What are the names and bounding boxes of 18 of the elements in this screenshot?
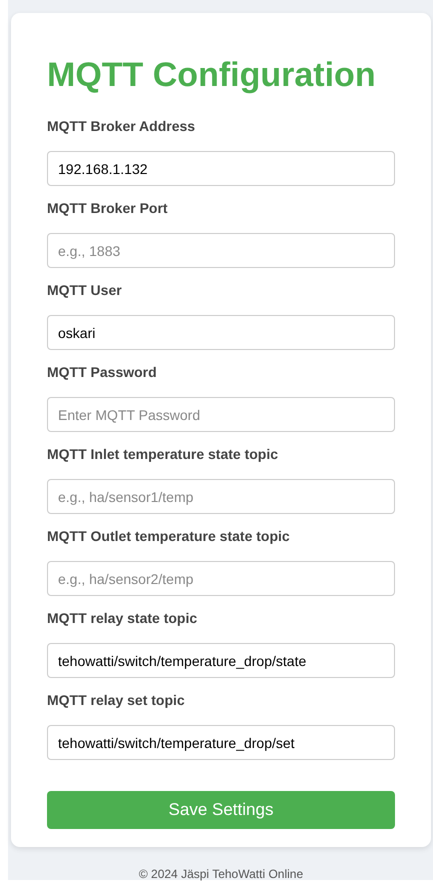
input-field[interactable]: e.g., 1883 [47,233,395,268]
input-field[interactable]: tehowatti/switch/temperature_drop/state [47,643,395,678]
field-label: MQTT Broker Address [47,117,196,135]
footer-text: © 2024 Jäspi TehoWatti Online [138,867,304,881]
field-label: MQTT Broker Port [47,199,169,217]
field-label: MQTT relay set topic [47,691,186,709]
field-label: MQTT relay state topic [47,609,198,627]
input-field[interactable]: Enter MQTT Password [47,397,395,432]
page-title: MQTT Configuration [47,55,377,96]
input-field[interactable]: 192.168.1.132 [47,151,395,186]
field-label: MQTT User [47,281,123,299]
input-field[interactable]: e.g., ha/sensor1/temp [47,479,395,514]
input-field[interactable]: e.g., ha/sensor2/temp [47,561,395,596]
field-label: MQTT Password [47,363,158,381]
field-label: MQTT Inlet temperature state topic [47,445,280,463]
field-label: MQTT Outlet temperature state topic [47,527,291,545]
input-field[interactable]: tehowatti/switch/temperature_drop/set [47,725,395,760]
input-field[interactable]: oskari [47,315,395,350]
